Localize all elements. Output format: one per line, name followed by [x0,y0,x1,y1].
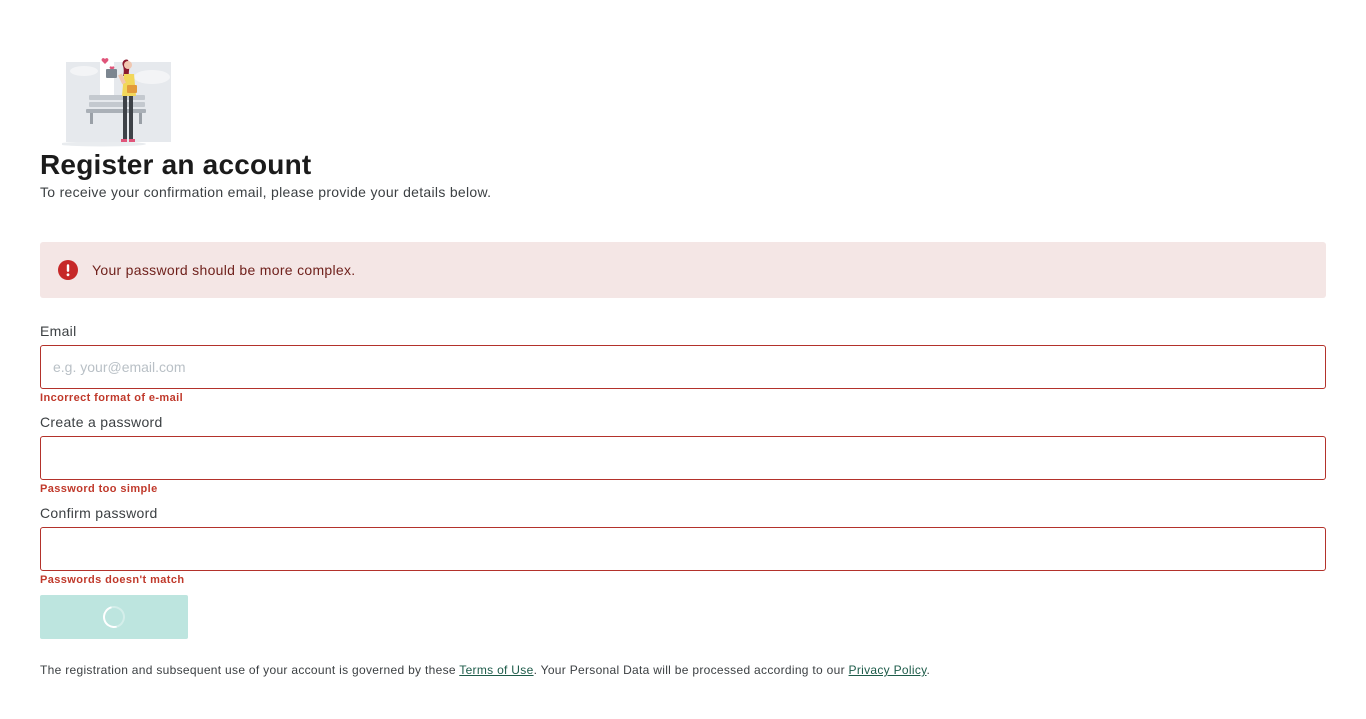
legal-text-end: . [926,663,931,677]
password-label: Create a password [40,414,163,430]
legal-text-start: The registration and subsequent use of y… [40,663,460,677]
register-submit-button[interactable] [40,595,188,639]
password-error: Password too simple [40,483,158,495]
email-error: Incorrect format of e-mail [40,392,184,404]
page-title: Register an account [40,149,312,180]
password-input[interactable] [40,436,1326,480]
confirm-password-input[interactable] [40,527,1326,571]
terms-of-use-link[interactable]: Terms of Use [459,663,533,677]
error-icon [58,260,78,280]
confirm-password-label: Confirm password [40,505,158,521]
alert-message: Your password should be more complex. [92,262,356,278]
privacy-policy-link[interactable]: Privacy Policy [849,663,927,677]
email-label: Email [40,323,77,339]
woman-with-tablet-illustration [58,55,174,148]
confirm-password-error: Passwords doesn't match [40,574,185,586]
legal-notice: The registration and subsequent use of y… [40,663,930,677]
email-input[interactable] [40,345,1326,389]
page-subtitle: To receive your confirmation email, plea… [40,184,492,200]
legal-text-middle: . Your Personal Data will be processed a… [533,663,849,677]
spinner-icon [98,601,130,633]
error-alert: Your password should be more complex. [40,242,1326,298]
